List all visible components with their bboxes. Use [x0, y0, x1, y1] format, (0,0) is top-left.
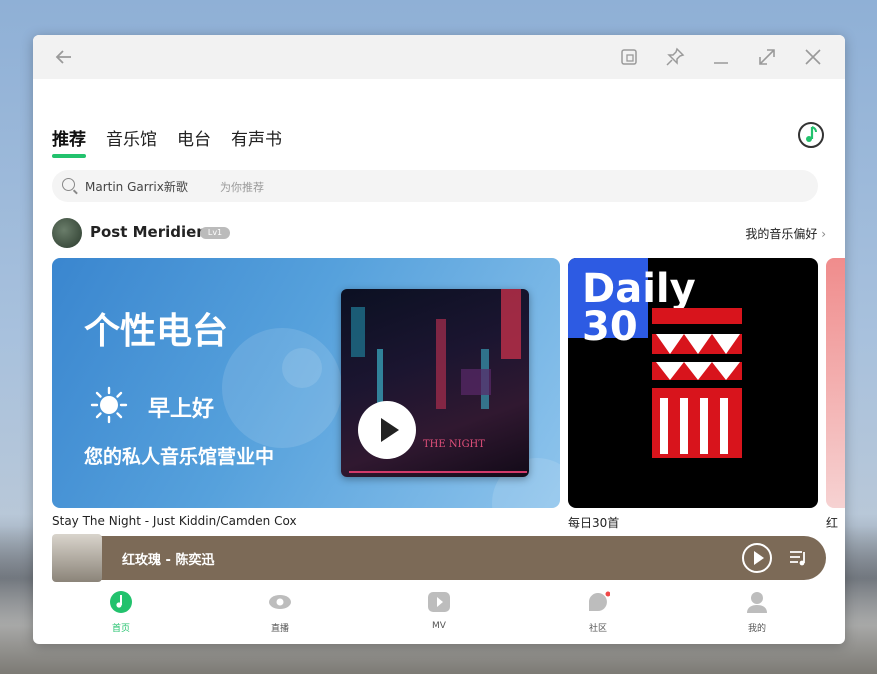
nav-label: 首页: [111, 624, 130, 634]
personal-radio-card[interactable]: 个性电台 早上好 您的私人音乐馆营业中 THE NIGHT: [52, 258, 560, 508]
now-playing-song[interactable]: 红玫瑰 - 陈奕迅: [122, 549, 214, 568]
playlist-icon[interactable]: [788, 548, 808, 568]
album-text: THE NIGHT: [423, 439, 485, 450]
card-caption[interactable]: 红: [826, 514, 838, 531]
nav-label: MV: [432, 621, 446, 631]
back-arrow-icon[interactable]: [53, 46, 75, 68]
album-cover[interactable]: THE NIGHT: [341, 289, 529, 477]
card-title: 个性电台: [84, 311, 229, 352]
search-hint: 为你推荐: [220, 181, 264, 194]
user-icon: [747, 592, 767, 613]
close-icon[interactable]: [802, 46, 824, 68]
now-playing-cover[interactable]: [52, 534, 102, 582]
nav-home[interactable]: 首页: [91, 591, 151, 634]
play-button[interactable]: [358, 401, 416, 459]
user-name[interactable]: Post Meridiem: [90, 223, 212, 241]
play-icon[interactable]: [742, 543, 772, 573]
nav-label: 我的: [747, 624, 766, 634]
pin-icon[interactable]: [664, 46, 686, 68]
title-bar: [33, 35, 845, 79]
daily-30-card[interactable]: Daily 30: [568, 258, 818, 508]
nav-label: 直播: [270, 624, 289, 634]
card-caption[interactable]: 每日30首: [568, 514, 619, 531]
sun-icon: [90, 386, 128, 424]
nav-label: 社区: [588, 624, 607, 634]
now-playing-bar[interactable]: 红玫瑰 - 陈奕迅: [52, 534, 826, 582]
music-preference-label: 我的音乐偏好: [745, 227, 818, 241]
top-tabs: 推荐 音乐馆 电台 有声书: [52, 125, 282, 158]
tab-recommend[interactable]: 推荐: [52, 125, 86, 158]
maximize-icon[interactable]: [756, 46, 778, 68]
search-bar[interactable]: Martin Garrix新歌 为你推荐: [52, 170, 818, 202]
bubble-decoration: [282, 348, 322, 388]
bubble-decoration: [222, 328, 342, 448]
avatar[interactable]: [52, 218, 82, 248]
music-note-icon[interactable]: [797, 121, 825, 149]
mini-mode-icon[interactable]: [618, 46, 640, 68]
minimize-icon[interactable]: [710, 46, 732, 68]
tab-radio[interactable]: 电台: [177, 125, 211, 158]
nav-mine[interactable]: 我的: [727, 591, 787, 634]
level-badge: Lv1: [200, 227, 230, 239]
tab-music-hall[interactable]: 音乐馆: [106, 125, 157, 158]
bottom-nav: 首页 直播 MV 社区 我的: [33, 585, 845, 644]
nav-live[interactable]: 直播: [250, 591, 310, 634]
live-eye-icon: [269, 595, 291, 609]
card-subtitle: 您的私人音乐馆营业中: [84, 446, 275, 468]
nav-community[interactable]: 社区: [568, 591, 628, 634]
daily-artwork: [652, 308, 742, 458]
community-icon: [589, 591, 611, 611]
tab-audiobook[interactable]: 有声书: [231, 125, 282, 158]
music-preference-link[interactable]: 我的音乐偏好 ›: [745, 225, 826, 242]
third-card-partial[interactable]: [826, 258, 845, 508]
greeting: 早上好: [148, 397, 215, 422]
chevron-right-icon: ›: [821, 227, 826, 241]
app-window: 推荐 音乐馆 电台 有声书 Martin Garrix新歌 为你推荐 Post …: [33, 35, 845, 644]
nav-mv[interactable]: MV: [409, 591, 469, 631]
search-icon: [62, 178, 75, 191]
home-icon: [110, 591, 132, 613]
search-query: Martin Garrix新歌: [85, 180, 188, 194]
video-icon: [428, 592, 450, 612]
card-caption[interactable]: Stay The Night - Just Kiddin/Camden Cox: [52, 514, 297, 528]
